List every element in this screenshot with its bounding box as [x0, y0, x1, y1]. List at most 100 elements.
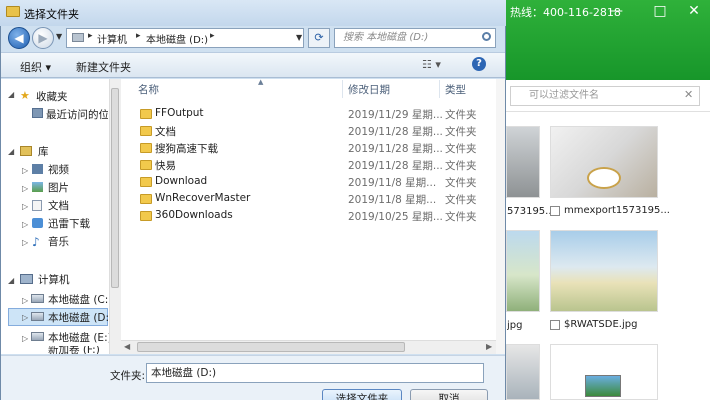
folder-icon — [6, 6, 20, 17]
column-header-date[interactable]: 修改日期 — [348, 82, 390, 97]
folder-input[interactable]: 本地磁盘 (D:) — [146, 363, 484, 383]
collapse-triangle-icon[interactable]: ◢ — [8, 147, 14, 156]
photo-thumbnail[interactable] — [550, 230, 658, 312]
thumbnail-checkbox[interactable] — [550, 320, 560, 330]
file-row-name[interactable]: WnRecoverMaster — [155, 192, 250, 204]
column-header-name[interactable]: 名称 — [138, 82, 159, 97]
file-row-date: 2019/11/8 星期... — [348, 194, 437, 206]
new-folder-button[interactable]: 新建文件夹 — [76, 59, 131, 75]
file-row-date: 2019/11/28 星期... — [348, 143, 443, 155]
nav-library-music[interactable]: 音乐 — [48, 234, 69, 249]
scroll-left-icon[interactable]: ◀ — [124, 342, 130, 351]
organize-button[interactable]: 组织 ▾ — [20, 59, 51, 75]
filter-clear-icon[interactable]: ✕ — [684, 88, 693, 101]
pictures-icon — [32, 182, 43, 192]
forward-button[interactable]: ▶ — [32, 27, 54, 49]
video-icon — [32, 164, 43, 174]
file-thumbnail[interactable] — [550, 344, 658, 400]
recent-pages-chevron-icon[interactable]: ▼ — [56, 32, 62, 41]
horizontal-scrollbar-thumb[interactable] — [137, 342, 405, 352]
filter-input[interactable]: 可以过滤文件名 — [510, 86, 700, 106]
expand-triangle-icon[interactable]: ▷ — [22, 296, 28, 305]
file-row-date: 2019/11/28 星期... — [348, 126, 443, 138]
nav-library-thunder-downloads[interactable]: 迅雷下载 — [48, 216, 90, 231]
close-icon[interactable]: ✕ — [672, 0, 710, 22]
minimize-icon[interactable]: — — [594, 0, 638, 22]
file-row-type: 文件夹 — [445, 143, 477, 155]
nav-drive-c[interactable]: 本地磁盘 (C:) — [48, 292, 112, 307]
nav-computer[interactable]: 计算机 — [38, 272, 70, 287]
breadcrumb-drive-d[interactable]: 本地磁盘 (D:) — [146, 31, 208, 46]
file-row-type: 文件夹 — [445, 160, 477, 172]
breadcrumb-computer[interactable]: 计算机 — [97, 31, 127, 46]
file-row-name[interactable]: 搜狗高速下载 — [155, 141, 218, 156]
nav-library-video[interactable]: 视频 — [48, 162, 69, 177]
file-row-date: 2019/11/29 星期... — [348, 109, 443, 121]
nav-favorites[interactable]: 收藏夹 — [36, 89, 68, 104]
expand-triangle-icon[interactable]: ▷ — [22, 166, 28, 175]
select-folder-button[interactable]: 选择文件夹 — [322, 389, 402, 400]
nav-drive-e[interactable]: 本地磁盘 (E:) — [48, 330, 112, 345]
folder-icon — [140, 109, 152, 119]
photo-thumbnail[interactable] — [506, 344, 540, 400]
nav-drive-f[interactable]: 新加卷 (F:) — [48, 346, 100, 354]
nav-library-documents[interactable]: 文档 — [48, 198, 69, 213]
column-divider[interactable] — [342, 80, 343, 98]
file-row-name[interactable]: Download — [155, 175, 207, 187]
column-divider[interactable] — [439, 80, 440, 98]
column-header-type[interactable]: 类型 — [445, 82, 466, 97]
nav-recent-places[interactable]: 最近访问的位置 — [46, 107, 108, 122]
file-row-type: 文件夹 — [445, 109, 477, 121]
nav-drive-d[interactable]: 本地磁盘 (D:) — [48, 310, 113, 325]
thumbnail-caption: 573195... — [507, 206, 555, 217]
thumbnail-caption: jpg — [507, 320, 523, 331]
collapse-triangle-icon[interactable]: ◢ — [8, 90, 14, 99]
photo-thumbnail[interactable] — [506, 230, 540, 312]
views-button[interactable]: ☷ ▾ — [422, 58, 441, 71]
expand-triangle-icon[interactable]: ▷ — [22, 202, 28, 211]
drive-icon — [31, 332, 44, 341]
nav-library-pictures[interactable]: 图片 — [48, 180, 69, 195]
cancel-button[interactable]: 取消 — [410, 389, 488, 400]
thumbnail-checkbox[interactable] — [550, 206, 560, 216]
library-icon — [20, 146, 32, 156]
expand-triangle-icon[interactable]: ▷ — [22, 238, 28, 247]
computer-icon — [72, 33, 84, 42]
breadcrumb-separator[interactable]: ▸ — [210, 31, 215, 41]
file-row-name[interactable]: FFOutput — [155, 107, 204, 119]
file-row-type: 文件夹 — [445, 211, 477, 223]
photo-thumbnail[interactable] — [506, 126, 540, 198]
file-row-name[interactable]: 快易 — [155, 158, 176, 173]
file-row-type: 文件夹 — [445, 177, 477, 189]
folder-icon — [140, 211, 152, 221]
photo-thumbnail[interactable] — [550, 126, 658, 198]
favorites-star-icon: ★ — [20, 89, 30, 102]
nav-scrollbar-thumb[interactable] — [111, 88, 119, 288]
search-input[interactable]: 搜索 本地磁盘 (D:) — [334, 28, 496, 48]
collapse-triangle-icon[interactable]: ◢ — [8, 276, 14, 285]
file-row-date: 2019/11/8 星期... — [348, 177, 437, 189]
recent-places-icon — [32, 108, 43, 118]
nav-libraries[interactable]: 库 — [38, 144, 49, 159]
file-row-name[interactable]: 360Downloads — [155, 209, 233, 221]
folder-icon — [140, 177, 152, 187]
vertical-scrollbar[interactable] — [496, 79, 505, 354]
breadcrumb-separator[interactable]: ▸ — [136, 31, 141, 41]
back-button[interactable]: ◀ — [8, 27, 30, 49]
nav-item-clipped: 新加卷 (F:) — [1, 346, 109, 354]
file-row-name[interactable]: 文档 — [155, 124, 176, 139]
address-dropdown-icon[interactable]: ▼ — [296, 33, 302, 42]
thunder-download-icon — [32, 218, 43, 228]
expand-triangle-icon[interactable]: ▷ — [22, 313, 28, 322]
file-row-date: 2019/10/25 星期... — [348, 211, 443, 223]
expand-triangle-icon[interactable]: ▷ — [22, 184, 28, 193]
folder-label: 文件夹: — [110, 370, 146, 382]
folder-icon — [140, 143, 152, 153]
refresh-button[interactable]: ⟳ — [308, 28, 330, 48]
folder-icon — [140, 160, 152, 170]
help-icon[interactable]: ? — [472, 57, 486, 71]
expand-triangle-icon[interactable]: ▷ — [22, 334, 28, 343]
scroll-right-icon[interactable]: ▶ — [486, 342, 492, 351]
breadcrumb-separator[interactable]: ▸ — [88, 31, 93, 41]
expand-triangle-icon[interactable]: ▷ — [22, 220, 28, 229]
